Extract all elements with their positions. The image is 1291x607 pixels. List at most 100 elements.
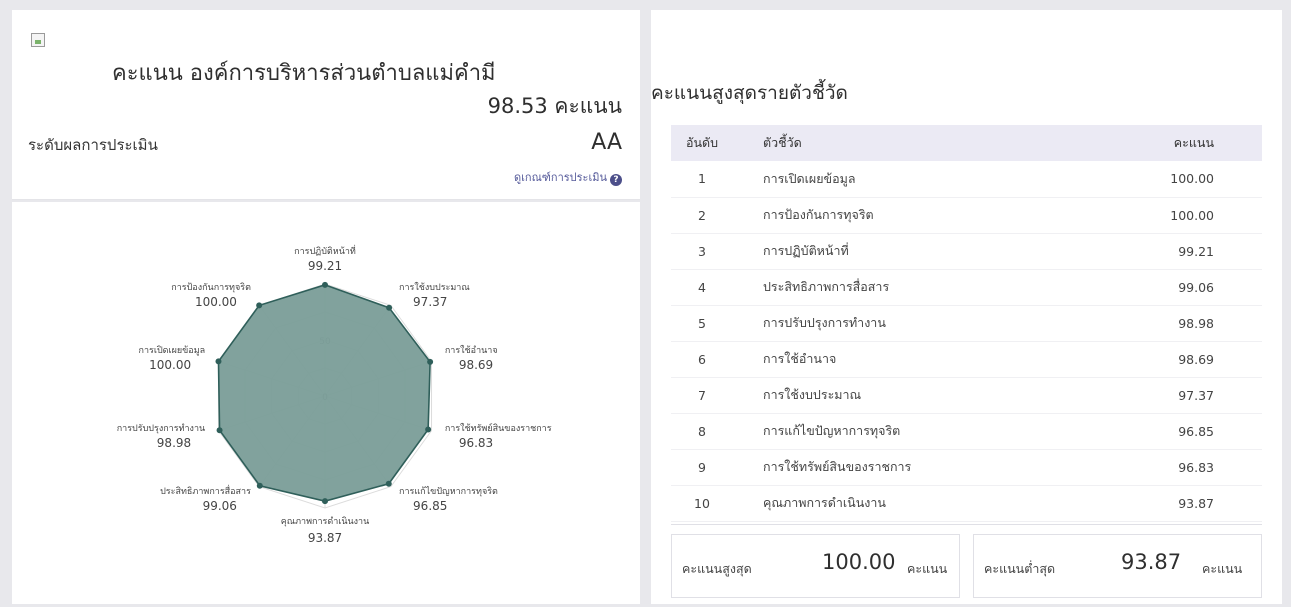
radar-axis-label: การป้องกันการทุจริต [171,282,251,293]
rank-cell: 8 [698,423,706,439]
question-circle-icon[interactable]: ? [610,174,622,186]
criteria-link[interactable]: ดูเกณฑ์การประเมิน? [514,168,622,186]
radar-value-label: 100.00 [195,295,237,309]
table-row: 2 การป้องกันการทุจริต 100.00 [671,197,1262,233]
radar-axis-label: การใช้ทรัพย์สินของราชการ [445,422,552,434]
score-cell: 97.37 [1178,387,1214,403]
score-cell: 96.85 [1178,423,1214,439]
table-row: 9 การใช้ทรัพย์สินของราชการ 96.83 [671,449,1262,485]
max-score-value: 100.00 [822,550,896,574]
score-cell: 98.69 [1178,351,1214,367]
radar-value-label: 100.00 [149,358,191,372]
ranking-panel: คะแนนสูงสุดรายตัวชี้วัด อันดับ ตัวชี้วัด… [651,10,1282,604]
ranking-table: อันดับ ตัวชี้วัด คะแนน 1 การเปิดเผยข้อมูล… [671,125,1262,522]
max-score-unit: คะแนน [907,561,948,576]
radar-chart: 050การปฏิบัติหน้าที่99.21การใช้งบประมาณ9… [117,244,552,545]
indicator-cell: การใช้อำนาจ [763,351,837,366]
radar-series-area [217,284,431,502]
radar-data-point [425,426,432,433]
min-score-box: คะแนนต่ำสุด 93.87 คะแนน [973,534,1262,598]
radar-axis-label: คุณภาพการดำเนินงาน [281,516,370,527]
rank-cell: 2 [698,207,706,223]
table-row: 1 การเปิดเผยข้อมูล 100.00 [671,161,1262,197]
min-score-value: 93.87 [1121,550,1182,574]
radar-data-point [427,358,434,365]
max-score-label: คะแนนสูงสุด [682,561,752,576]
indicator-cell: การเปิดเผยข้อมูล [763,170,856,186]
score-cell: 98.98 [1178,315,1214,331]
organization-score-title: คะแนน องค์การบริหารส่วนตำบลแม่คำมี [112,61,496,86]
radar-axis-label: ประสิทธิภาพการสื่อสาร [160,484,251,497]
score-cell: 93.87 [1178,495,1214,511]
table-row: 5 การปรับปรุงการทำงาน 98.98 [671,305,1262,341]
radar-value-label: 98.69 [459,358,493,372]
radar-value-label: 98.98 [157,436,191,450]
total-score-unit: คะแนน [554,94,622,118]
min-score-unit: คะแนน [1202,561,1243,576]
radar-data-point [256,482,263,489]
rank-cell: 3 [698,243,706,259]
radar-data-point [322,281,328,288]
radar-chart-panel: 050การปฏิบัติหน้าที่99.21การใช้งบประมาณ9… [12,202,640,604]
indicator-cell: การใช้งบประมาณ [763,387,862,402]
indicator-cell: การแก้ไขปัญหาการทุจริต [763,423,901,438]
radar-value-label: 93.87 [308,531,342,545]
ranking-title: คะแนนสูงสุดรายตัวชี้วัด [651,82,848,104]
score-column-header: คะแนน [1173,135,1214,150]
rank-cell: 5 [698,315,706,331]
min-score-label: คะแนนต่ำสุด [984,561,1056,576]
radar-value-label: 96.85 [413,499,447,513]
radar-data-point [216,427,223,434]
rank-cell: 1 [698,171,706,187]
radar-data-point [215,358,222,365]
total-score-value: 98.53 [487,94,548,118]
radar-value-label: 96.83 [459,436,493,450]
score-cell: 96.83 [1178,459,1214,475]
assessment-level-label: ระดับผลการประเมิน [28,136,158,154]
score-cell: 99.06 [1178,279,1214,295]
rank-cell: 6 [698,351,706,367]
table-row: 7 การใช้งบประมาณ 97.37 [671,377,1262,413]
table-row: 10 คุณภาพการดำเนินงาน 93.87 [671,485,1262,521]
radar-data-point [386,304,393,311]
indicator-cell: คุณภาพการดำเนินงาน [763,495,886,510]
assessment-level-value: AA [591,130,622,155]
radar-axis-label: การใช้งบประมาณ [399,282,470,293]
radar-axis-label: การแก้ไขปัญหาการทุจริต [399,486,498,497]
rank-cell: 9 [698,459,706,475]
radar-value-label: 99.21 [308,259,342,273]
radar-value-label: 97.37 [413,295,447,309]
total-score: 98.53 คะแนน [488,90,622,123]
table-row: 4 ประสิทธิภาพการสื่อสาร 99.06 [671,269,1262,305]
ranking-header-row: อันดับ ตัวชี้วัด คะแนน [671,125,1262,161]
indicator-cell: การปรับปรุงการทำงาน [763,315,886,330]
rank-column-header: อันดับ [685,135,719,150]
criteria-link-text[interactable]: ดูเกณฑ์การประเมิน [514,171,607,184]
indicator-column-header: ตัวชี้วัด [763,135,802,150]
radar-axis-label: การใช้อำนาจ [445,345,498,356]
rank-cell: 10 [694,495,710,511]
indicator-cell: ประสิทธิภาพการสื่อสาร [763,279,890,294]
radar-value-label: 99.06 [203,499,237,513]
table-row: 8 การแก้ไขปัญหาการทุจริต 96.85 [671,413,1262,449]
radar-data-point [322,498,328,505]
indicator-cell: การใช้ทรัพย์สินของราชการ [763,459,912,474]
table-bottom-divider [671,524,1262,525]
table-row: 6 การใช้อำนาจ 98.69 [671,341,1262,377]
score-cell: 100.00 [1170,207,1214,223]
radar-axis-label: การเปิดเผยข้อมูล [139,345,206,356]
rank-cell: 4 [698,279,706,295]
broken-image-icon [31,33,45,47]
score-cell: 99.21 [1178,243,1214,259]
radar-data-point [256,302,263,309]
indicator-cell: การป้องกันการทุจริต [763,207,874,222]
rank-cell: 7 [698,387,706,403]
radar-axis-label: การปฏิบัติหน้าที่ [294,244,356,257]
indicator-cell: การปฏิบัติหน้าที่ [763,243,849,258]
score-cell: 100.00 [1170,171,1214,187]
radar-data-point [385,480,392,487]
radar-axis-label: การปรับปรุงการทำงาน [117,423,205,434]
table-row: 3 การปฏิบัติหน้าที่ 99.21 [671,233,1262,269]
max-score-box: คะแนนสูงสุด 100.00 คะแนน [671,534,960,598]
score-summary-panel: คะแนน องค์การบริหารส่วนตำบลแม่คำมี 98.53… [12,10,640,200]
